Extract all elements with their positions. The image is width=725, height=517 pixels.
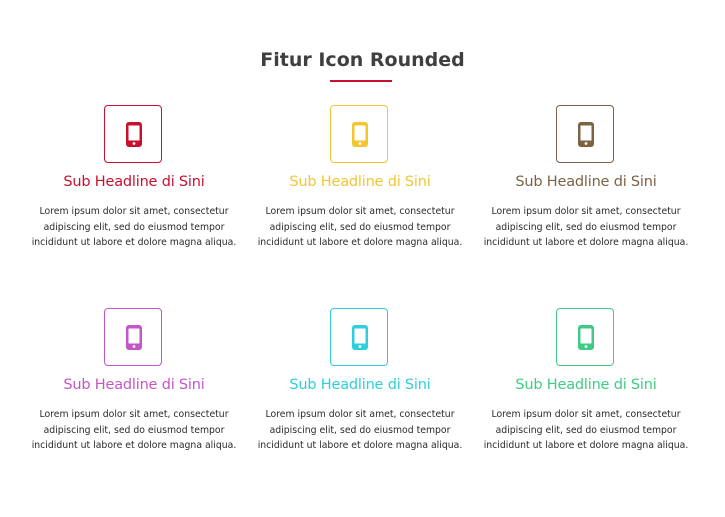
feature-title: Sub Headline di Sini (289, 174, 431, 190)
smartphone-icon (126, 325, 142, 350)
feature-title: Sub Headline di Sini (515, 377, 657, 393)
feature-title: Sub Headline di Sini (63, 174, 205, 190)
smartphone-icon (352, 325, 368, 350)
icon-box (104, 308, 162, 366)
features-grid: Sub Headline di Sini Lorem ipsum dolor s… (0, 0, 725, 517)
feature-text: Lorem ipsum dolor sit amet, consectetur … (483, 206, 689, 248)
icon-box (330, 308, 388, 366)
smartphone-icon (352, 122, 368, 147)
feature-text: Lorem ipsum dolor sit amet, consectetur … (31, 206, 237, 248)
smartphone-icon (126, 122, 142, 147)
feature-title: Sub Headline di Sini (515, 174, 657, 190)
feature-text: Lorem ipsum dolor sit amet, consectetur … (257, 409, 463, 451)
icon-box (104, 105, 162, 163)
feature-text: Lorem ipsum dolor sit amet, consectetur … (483, 409, 689, 451)
smartphone-icon (578, 325, 594, 350)
feature-title: Sub Headline di Sini (289, 377, 431, 393)
feature-text: Lorem ipsum dolor sit amet, consectetur … (31, 409, 237, 451)
icon-box (556, 308, 614, 366)
smartphone-icon (578, 122, 594, 147)
feature-text: Lorem ipsum dolor sit amet, consectetur … (257, 206, 463, 248)
feature-title: Sub Headline di Sini (63, 377, 205, 393)
icon-box (556, 105, 614, 163)
icon-box (330, 105, 388, 163)
